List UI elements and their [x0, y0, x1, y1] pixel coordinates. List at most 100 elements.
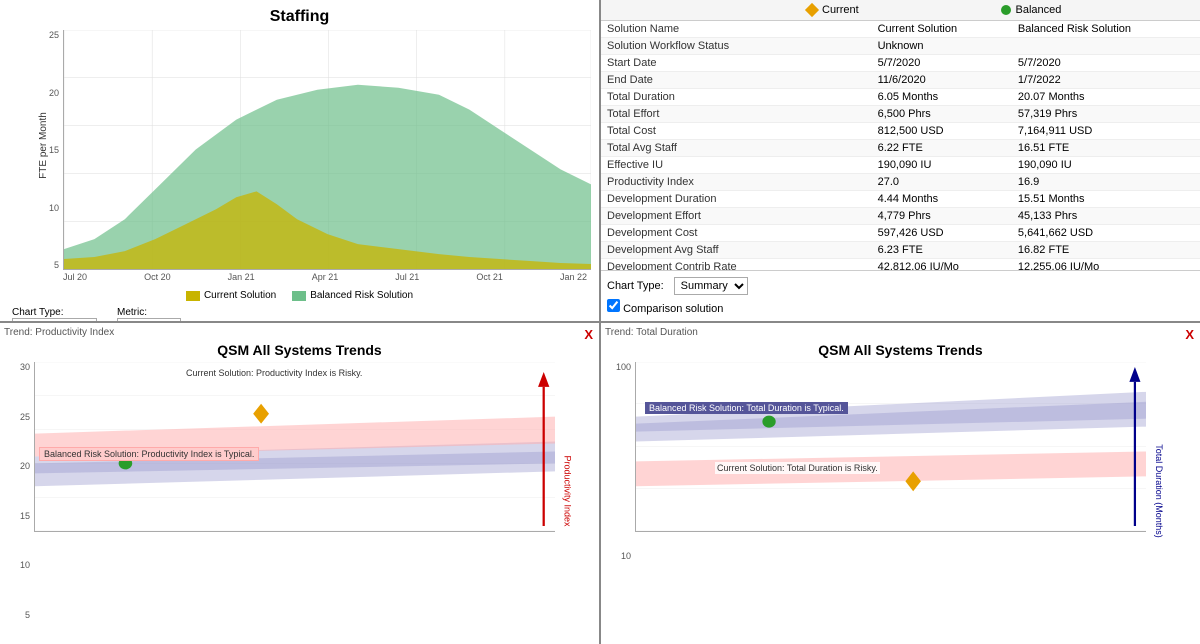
table-row: Solution Workflow Status Unknown: [601, 38, 1200, 55]
summary-chart-type-label: Chart Type:: [607, 280, 664, 292]
row-balanced: 45,133 Phrs: [1012, 208, 1200, 225]
current-header: Current: [807, 4, 1001, 16]
row-label: Solution Name: [601, 21, 872, 38]
row-label: Total Duration: [601, 89, 872, 106]
current-diamond-icon: [805, 3, 819, 17]
duration-current-annotation: Current Solution: Total Duration is Risk…: [715, 462, 880, 474]
row-current: Unknown: [872, 38, 1012, 55]
row-balanced: 7,164,911 USD: [1012, 123, 1200, 140]
row-balanced: 1/7/2022: [1012, 72, 1200, 89]
summary-table: Solution Name Current Solution Balanced …: [601, 21, 1200, 270]
row-current: 42,812.06 IU/Mo: [872, 259, 1012, 271]
duration-balanced-point: [762, 416, 775, 428]
duration-arrow-up: [1129, 367, 1140, 382]
table-row: Development Duration 4.44 Months 15.51 M…: [601, 191, 1200, 208]
table-row: Total Duration 6.05 Months 20.07 Months: [601, 89, 1200, 106]
table-row: Total Cost 812,500 USD 7,164,911 USD: [601, 123, 1200, 140]
row-label: Total Effort: [601, 106, 872, 123]
row-balanced: 15.51 Months: [1012, 191, 1200, 208]
trend-productivity-title: Trend: Productivity Index: [4, 327, 595, 338]
chart-type-label: Chart Type:: [12, 307, 97, 318]
row-current: 190,090 IU: [872, 157, 1012, 174]
table-row: Total Avg Staff 6.22 FTE 16.51 FTE: [601, 140, 1200, 157]
productivity-y-axis-label: Productivity Index: [562, 455, 572, 526]
staffing-title: Staffing: [8, 8, 591, 26]
table-row: Productivity Index 27.0 16.9: [601, 174, 1200, 191]
row-current: 597,426 USD: [872, 225, 1012, 242]
row-label: Development Contrib Rate: [601, 259, 872, 271]
row-label: Productivity Index: [601, 174, 872, 191]
row-label: Development Effort: [601, 208, 872, 225]
summary-controls: Chart Type: Summary Comparison solution: [601, 270, 1200, 321]
table-row: Development Contrib Rate 42,812.06 IU/Mo…: [601, 259, 1200, 271]
row-label: Total Cost: [601, 123, 872, 140]
main-grid: Staffing FTE per Month 25 20 15 10 5: [0, 0, 1200, 644]
row-balanced: 57,319 Phrs: [1012, 106, 1200, 123]
table-row: Development Cost 597,426 USD 5,641,662 U…: [601, 225, 1200, 242]
metric-select[interactable]: Staffing: [117, 318, 181, 321]
chart-type-group: Chart Type: Time Series: [12, 307, 97, 321]
row-balanced: Balanced Risk Solution: [1012, 21, 1200, 38]
row-label: Total Avg Staff: [601, 140, 872, 157]
legend-current-box: [186, 291, 200, 301]
row-current: 812,500 USD: [872, 123, 1012, 140]
current-annotation: Current Solution: Productivity Index is …: [184, 367, 364, 379]
summary-table-container[interactable]: Solution Name Current Solution Balanced …: [601, 21, 1200, 270]
row-label: Development Avg Staff: [601, 242, 872, 259]
row-current: Current Solution: [872, 21, 1012, 38]
row-current: 6.23 FTE: [872, 242, 1012, 259]
table-row: Development Effort 4,779 Phrs 45,133 Phr…: [601, 208, 1200, 225]
close-duration-btn[interactable]: X: [1185, 327, 1194, 342]
row-label: Development Duration: [601, 191, 872, 208]
trend-duration-title: Trend: Total Duration: [605, 327, 1196, 338]
trend-productivity-chart-title: QSM All Systems Trends: [4, 342, 595, 358]
row-current: 6.22 FTE: [872, 140, 1012, 157]
duration-balanced-annotation: Balanced Risk Solution: Total Duration i…: [645, 402, 848, 414]
table-row: Solution Name Current Solution Balanced …: [601, 21, 1200, 38]
row-balanced: 190,090 IU: [1012, 157, 1200, 174]
row-balanced: 16.82 FTE: [1012, 242, 1200, 259]
legend-current: Current Solution: [186, 290, 276, 301]
legend-balanced-box: [292, 291, 306, 301]
row-balanced: 12,255.06 IU/Mo: [1012, 259, 1200, 271]
row-balanced: 16.9: [1012, 174, 1200, 191]
row-current: 6.05 Months: [872, 89, 1012, 106]
balanced-circle-icon: [1001, 5, 1011, 15]
table-row: Effective IU 190,090 IU 190,090 IU: [601, 157, 1200, 174]
metric-label: Metric:: [117, 307, 181, 318]
row-current: 4,779 Phrs: [872, 208, 1012, 225]
row-balanced: 5,641,662 USD: [1012, 225, 1200, 242]
close-productivity-btn[interactable]: X: [584, 327, 593, 342]
row-current: 27.0: [872, 174, 1012, 191]
trend-productivity-panel: Trend: Productivity Index X QSM All Syst…: [0, 323, 599, 644]
row-current: 4.44 Months: [872, 191, 1012, 208]
trend-duration-chart-title: QSM All Systems Trends: [605, 342, 1196, 358]
duration-risky-band: [636, 451, 1146, 486]
summary-chart-type-select[interactable]: Summary: [674, 277, 748, 295]
balanced-header: Balanced: [1001, 4, 1195, 16]
staffing-chart: [63, 30, 591, 270]
table-row: Start Date 5/7/2020 5/7/2020: [601, 55, 1200, 72]
legend-balanced-label: Balanced Risk Solution: [310, 290, 413, 301]
row-current: 6,500 Phrs: [872, 106, 1012, 123]
row-label: Development Cost: [601, 225, 872, 242]
summary-comparison-checkbox[interactable]: [607, 299, 620, 312]
row-balanced: 20.07 Months: [1012, 89, 1200, 106]
summary-panel: Current Balanced Solution Name Current S…: [601, 0, 1200, 321]
chart-type-select[interactable]: Time Series: [12, 318, 97, 321]
row-balanced: [1012, 38, 1200, 55]
row-balanced: 5/7/2020: [1012, 55, 1200, 72]
trend-duration-panel: Trend: Total Duration X QSM All Systems …: [601, 323, 1200, 644]
row-label: End Date: [601, 72, 872, 89]
duration-chart-svg: [635, 362, 1146, 532]
row-label: Start Date: [601, 55, 872, 72]
staffing-legend: Current Solution Balanced Risk Solution: [8, 290, 591, 301]
row-balanced: 16.51 FTE: [1012, 140, 1200, 157]
current-point: [253, 404, 269, 424]
arrow-up: [538, 372, 549, 387]
row-current: 5/7/2020: [872, 55, 1012, 72]
metric-group: Metric: Staffing: [117, 307, 181, 321]
summary-comparison-label[interactable]: Comparison solution: [607, 303, 723, 315]
row-label: Solution Workflow Status: [601, 38, 872, 55]
table-row: Development Avg Staff 6.23 FTE 16.82 FTE: [601, 242, 1200, 259]
